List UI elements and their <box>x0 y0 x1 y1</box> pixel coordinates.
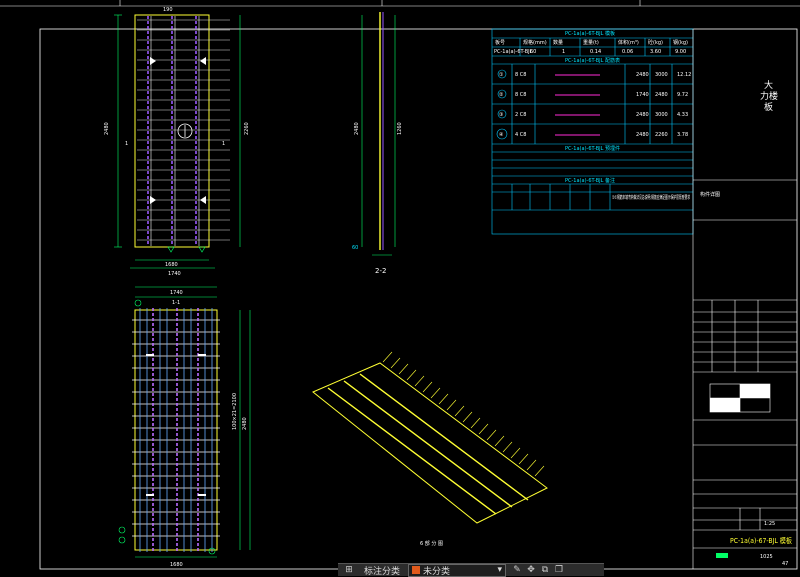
svg-text:板号: 板号 <box>495 39 505 46</box>
svg-text:2480: 2480 <box>242 417 248 430</box>
svg-text:③: ③ <box>499 112 503 118</box>
svg-text:1740: 1740 <box>170 290 183 296</box>
svg-text:PC-1a(a)-6T-BJL 备注: PC-1a(a)-6T-BJL 备注 <box>565 177 615 184</box>
svg-text:2480: 2480 <box>636 72 649 78</box>
svg-text:1: 1 <box>562 49 565 55</box>
svg-text:2480: 2480 <box>104 122 110 135</box>
svg-text:PC-1a(a)-6T-BJL 配筋表: PC-1a(a)-6T-BJL 配筋表 <box>565 57 620 64</box>
grid-icon: ⊞ <box>345 565 353 575</box>
svg-text:PC-1a(a)-6T-BJL: PC-1a(a)-6T-BJL <box>494 49 533 55</box>
svg-text:2480: 2480 <box>636 112 649 118</box>
svg-text:①: ① <box>499 72 504 78</box>
svg-text:2260: 2260 <box>244 122 250 135</box>
svg-text:9.72: 9.72 <box>677 92 688 98</box>
svg-text:1260: 1260 <box>397 122 403 135</box>
rebar-plan-view[interactable]: 1740 1-1 100×21=2100 2480 1680 <box>118 286 251 568</box>
layer-color-swatch <box>412 566 421 574</box>
cad-drawing-canvas[interactable]: 2480 2260 1 1 1680 1740 190 2480 1260 2-… <box>0 0 800 575</box>
paste-icon[interactable]: ❐ <box>552 564 566 576</box>
svg-text:大: 大 <box>764 79 773 91</box>
iso-title: 6 部 分 图 <box>420 540 443 547</box>
svg-text:12.12: 12.12 <box>677 72 691 78</box>
copy-icon[interactable]: ⧉ <box>538 564 552 576</box>
svg-text:2260: 2260 <box>655 132 668 138</box>
svg-text:1680: 1680 <box>165 262 178 268</box>
svg-text:8 C8: 8 C8 <box>515 72 526 78</box>
svg-text:4 C8: 4 C8 <box>515 132 526 138</box>
ref-code: 1025 <box>760 554 773 560</box>
svg-text:砼(kg): 砼(kg) <box>648 39 663 46</box>
svg-text:①①钢筋末端弯钩做法见总说明;钢筋应满足图示保护层厚度要求: ①①钢筋末端弯钩做法见总说明;钢筋应满足图示保护层厚度要求 <box>612 194 690 201</box>
svg-text:体积(m³): 体积(m³) <box>618 39 639 46</box>
table-header: PC-1a(a)-6T-BJL 模板 <box>565 30 615 37</box>
svg-text:8 C8: 8 C8 <box>515 92 526 98</box>
svg-text:重量(t): 重量(t) <box>583 39 599 46</box>
svg-text:PC-1a(a)-6T-BJL 预埋件: PC-1a(a)-6T-BJL 预埋件 <box>565 145 620 152</box>
isometric-view[interactable]: 6 部 分 图 <box>312 351 548 547</box>
svg-text:数量: 数量 <box>553 39 563 46</box>
svg-text:3000: 3000 <box>655 112 668 118</box>
svg-text:2480: 2480 <box>636 132 649 138</box>
svg-text:规格(mm): 规格(mm) <box>523 39 547 46</box>
svg-text:④: ④ <box>499 132 504 138</box>
svg-text:1740: 1740 <box>168 271 181 277</box>
svg-text:板: 板 <box>764 101 773 113</box>
svg-text:1680: 1680 <box>170 562 183 568</box>
svg-text:1: 1 <box>125 141 128 147</box>
plan-view-top[interactable]: 2480 2260 1 1 1680 1740 190 <box>104 7 250 277</box>
sheet-title: PC-1a(a)-67-BJL 模板 <box>730 536 792 545</box>
project-label: 构件详图 <box>700 191 720 198</box>
annotation-toolbar: ⊞ 标注分类 未分类 ▾ ✎ ✥ ⧉ ❐ <box>338 563 604 577</box>
svg-text:2480: 2480 <box>655 92 668 98</box>
svg-text:力楼: 力楼 <box>760 90 778 102</box>
scale-label: 1:25 <box>764 521 775 527</box>
page-number: 47 <box>782 561 788 567</box>
layer-dropdown-wrap: 未分类 ▾ <box>404 563 510 577</box>
svg-text:3.78: 3.78 <box>677 132 688 138</box>
svg-text:60: 60 <box>352 245 358 251</box>
svg-text:3000: 3000 <box>655 72 668 78</box>
svg-text:0.06: 0.06 <box>622 49 633 55</box>
svg-text:3.60: 3.60 <box>650 49 661 55</box>
svg-text:0.14: 0.14 <box>590 49 601 55</box>
svg-text:②: ② <box>499 92 504 98</box>
svg-text:1740: 1740 <box>636 92 649 98</box>
move-icon[interactable]: ✥ <box>524 564 538 576</box>
svg-text:9.00: 9.00 <box>675 49 686 55</box>
svg-text:2 C8: 2 C8 <box>515 112 526 118</box>
edit-icon[interactable]: ✎ <box>510 564 524 576</box>
schedule-tables[interactable]: PC-1a(a)-6T-BJL 模板 板号 规格(mm) 数量 重量(t) 体积… <box>491 28 694 235</box>
rebar-plan-title: 1-1 <box>172 300 180 306</box>
drawing-frame <box>0 0 800 570</box>
svg-text:钢(kg): 钢(kg) <box>673 39 688 46</box>
svg-text:100×21=2100: 100×21=2100 <box>232 393 238 430</box>
svg-text:4.33: 4.33 <box>677 112 688 118</box>
annot-label: 标注分类 <box>364 566 401 577</box>
section-view-2-2[interactable]: 2480 1260 2-2 60 <box>352 12 403 275</box>
svg-text:2480: 2480 <box>354 122 360 135</box>
svg-text:1: 1 <box>222 141 225 147</box>
grid-tool[interactable]: ⊞ <box>338 564 360 576</box>
dropdown-caret-icon: ▾ <box>497 565 503 575</box>
title-block[interactable]: 大 力楼 板 构件详图 1:25 PC-1a(a)-67-BJL 模板 47 1… <box>692 29 797 569</box>
svg-text:60: 60 <box>530 49 536 55</box>
svg-text:190: 190 <box>163 7 173 13</box>
section-title: 2-2 <box>375 267 386 275</box>
